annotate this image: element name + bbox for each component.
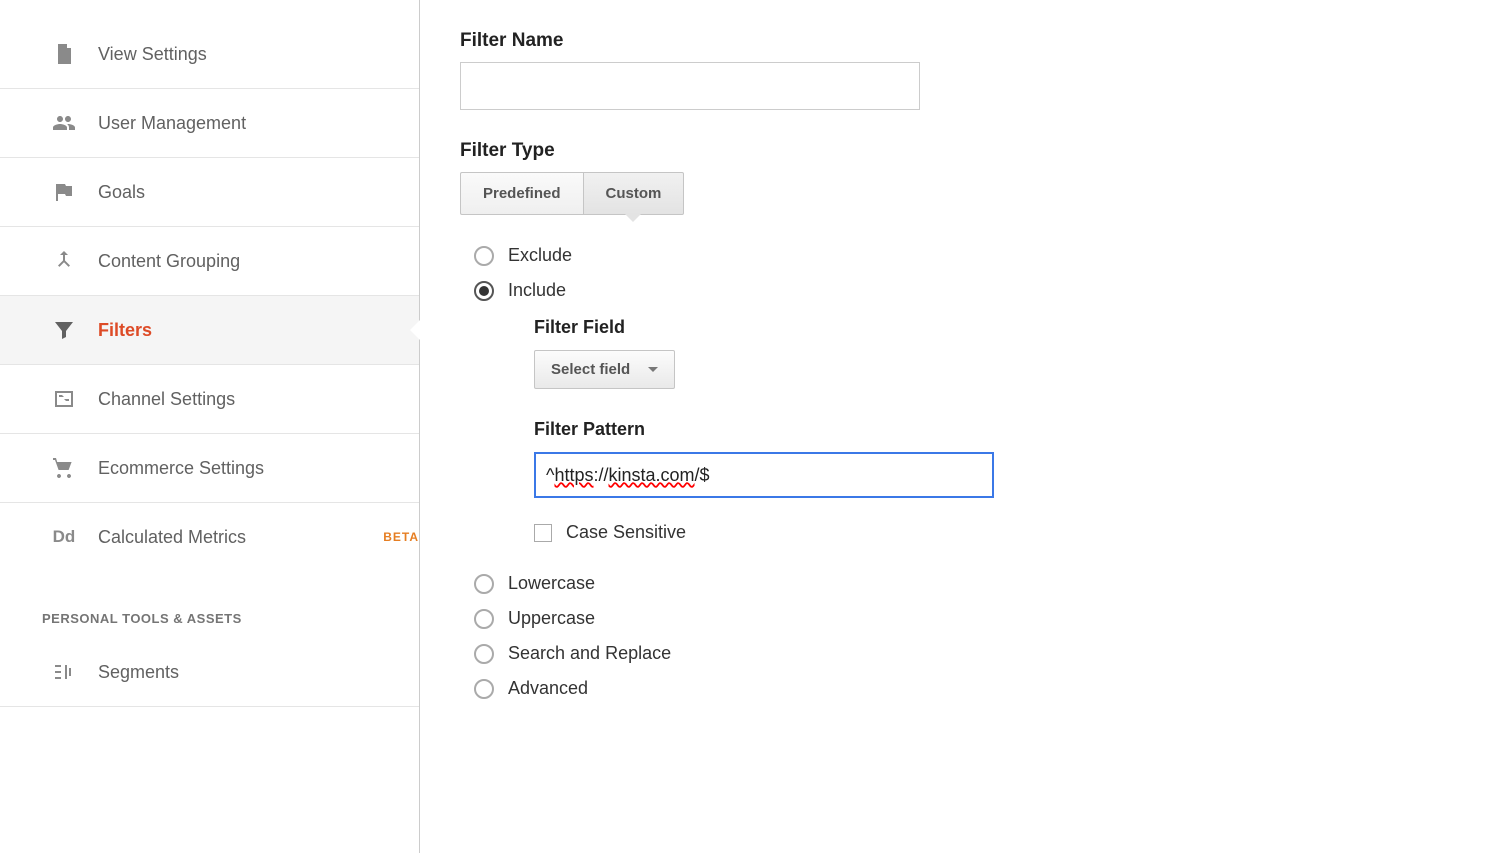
filter-radio-list: Exclude Include Filter Field Select fiel… — [460, 245, 1460, 699]
sidebar-item-view-settings[interactable]: View Settings — [0, 20, 419, 89]
radio-advanced[interactable]: Advanced — [474, 678, 1460, 699]
sidebar-item-label: View Settings — [98, 44, 419, 65]
beta-badge: BETA — [383, 530, 419, 544]
filter-field-label: Filter Field — [534, 317, 1460, 338]
filter-pattern-label: Filter Pattern — [534, 419, 1460, 440]
merge-icon — [50, 249, 78, 273]
radio-label: Uppercase — [508, 608, 595, 629]
tab-predefined[interactable]: Predefined — [460, 172, 583, 215]
sidebar-item-label: Filters — [98, 320, 419, 341]
radio-label: Lowercase — [508, 573, 595, 594]
pattern-text: /$ — [695, 465, 710, 486]
filter-name-group: Filter Name — [460, 30, 1460, 110]
pattern-text: https — [554, 465, 593, 486]
radio-lowercase[interactable]: Lowercase — [474, 573, 1460, 594]
select-field-label: Select field — [551, 361, 630, 378]
checkbox-icon — [534, 524, 552, 542]
filter-name-input[interactable] — [460, 62, 920, 110]
radio-exclude[interactable]: Exclude — [474, 245, 1460, 266]
tab-custom[interactable]: Custom — [583, 172, 685, 215]
sidebar-item-label: User Management — [98, 113, 419, 134]
sidebar-item-calculated-metrics[interactable]: Dd Calculated Metrics BETA — [0, 503, 419, 571]
sidebar-item-goals[interactable]: Goals — [0, 158, 419, 227]
radio-label: Include — [508, 280, 566, 301]
filter-name-label: Filter Name — [460, 30, 1460, 52]
sidebar-item-label: Segments — [98, 662, 419, 683]
pattern-text: kinsta.com — [609, 465, 695, 486]
sidebar: View Settings User Management Goals Cont… — [0, 0, 420, 853]
filter-type-label: Filter Type — [460, 140, 1460, 162]
radio-icon — [474, 281, 494, 301]
radio-label: Exclude — [508, 245, 572, 266]
radio-icon — [474, 246, 494, 266]
funnel-icon — [50, 318, 78, 342]
pattern-text: :// — [593, 465, 608, 486]
sidebar-item-content-grouping[interactable]: Content Grouping — [0, 227, 419, 296]
segments-icon — [50, 660, 78, 684]
cart-icon — [50, 456, 78, 480]
select-field-dropdown[interactable]: Select field — [534, 350, 675, 389]
sidebar-item-ecommerce-settings[interactable]: Ecommerce Settings — [0, 434, 419, 503]
radio-icon — [474, 574, 494, 594]
chevron-down-icon — [648, 367, 658, 372]
radio-uppercase[interactable]: Uppercase — [474, 608, 1460, 629]
radio-include[interactable]: Include — [474, 280, 1460, 301]
sidebar-item-user-management[interactable]: User Management — [0, 89, 419, 158]
sidebar-section-header: PERSONAL TOOLS & ASSETS — [0, 571, 419, 638]
main-content: Filter Name Filter Type Predefined Custo… — [420, 0, 1500, 853]
sidebar-item-label: Content Grouping — [98, 251, 419, 272]
sidebar-item-label: Calculated Metrics — [98, 527, 377, 548]
dd-icon: Dd — [50, 525, 78, 549]
filter-type-group: Filter Type Predefined Custom Exclude In… — [460, 140, 1460, 699]
pattern-text: ^ — [546, 465, 554, 486]
radio-label: Search and Replace — [508, 643, 671, 664]
sidebar-item-segments[interactable]: Segments — [0, 638, 419, 707]
users-icon — [50, 111, 78, 135]
sidebar-item-label: Channel Settings — [98, 389, 419, 410]
sidebar-item-channel-settings[interactable]: Channel Settings — [0, 365, 419, 434]
flag-icon — [50, 180, 78, 204]
include-subsection: Filter Field Select field Filter Pattern… — [534, 317, 1460, 543]
sidebar-item-label: Goals — [98, 182, 419, 203]
arrows-icon — [50, 387, 78, 411]
case-sensitive-checkbox[interactable]: Case Sensitive — [534, 522, 1460, 543]
radio-search-replace[interactable]: Search and Replace — [474, 643, 1460, 664]
document-icon — [50, 42, 78, 66]
filter-pattern-input[interactable]: ^https://kinsta.com/$ — [534, 452, 994, 498]
radio-icon — [474, 609, 494, 629]
sidebar-item-label: Ecommerce Settings — [98, 458, 419, 479]
sidebar-item-filters[interactable]: Filters — [0, 296, 419, 365]
radio-icon — [474, 679, 494, 699]
radio-icon — [474, 644, 494, 664]
filter-type-tabs: Predefined Custom — [460, 172, 1460, 215]
checkbox-label: Case Sensitive — [566, 522, 686, 543]
radio-label: Advanced — [508, 678, 588, 699]
